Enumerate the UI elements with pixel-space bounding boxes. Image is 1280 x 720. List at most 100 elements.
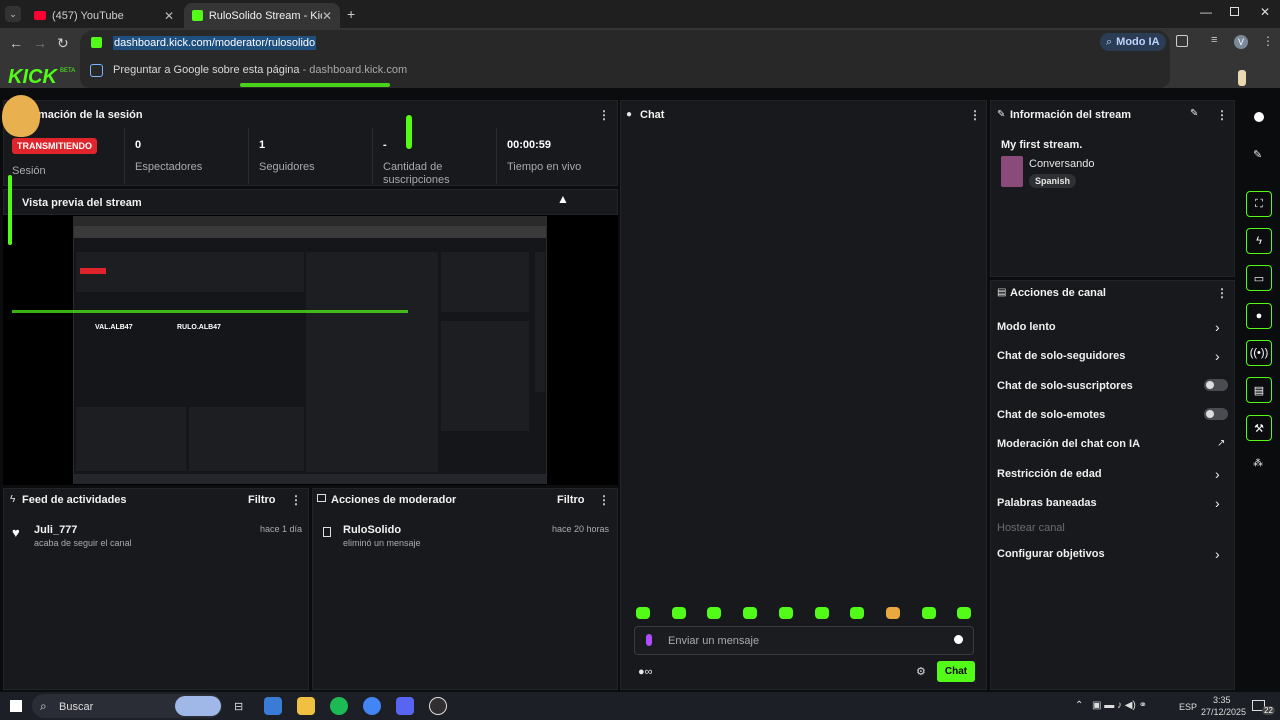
tab-list-chevron-icon[interactable]: ⌄: [5, 6, 21, 22]
reading-list-icon[interactable]: ≡: [1211, 34, 1217, 46]
channel-actions-menu-icon[interactable]: ⋮: [1216, 286, 1228, 300]
emoji-icon[interactable]: [954, 635, 963, 644]
tab-youtube[interactable]: (457) YouTube ✕: [26, 3, 182, 28]
emotes-only-toggle[interactable]: [1204, 408, 1228, 420]
layout-icon[interactable]: ▤: [1246, 377, 1272, 403]
emote-icon[interactable]: [850, 607, 864, 619]
browser-tab-bar: ⌄ (457) YouTube ✕ RuloSolido Stream - Ki…: [0, 0, 1280, 28]
obs-icon[interactable]: [429, 697, 447, 715]
activity-feed-title: Feed de actividades: [22, 494, 127, 506]
emote-icon[interactable]: [922, 607, 936, 619]
chevron-right-icon[interactable]: ›: [1215, 348, 1220, 364]
language-indicator[interactable]: ESP: [1179, 702, 1197, 712]
action-solo-emotes: Chat de solo-emotes: [997, 409, 1106, 421]
action-solo-seguidores[interactable]: Chat de solo-seguidores: [997, 350, 1125, 362]
user-avatar[interactable]: [1238, 70, 1246, 86]
category-name[interactable]: Conversando: [1029, 158, 1094, 170]
site-kick-icon: [91, 37, 102, 48]
mod-filter-button[interactable]: Filtro: [557, 494, 585, 506]
action-age-restriction[interactable]: Restricción de edad: [997, 468, 1102, 480]
restore-icon[interactable]: [1230, 7, 1239, 16]
task-view-icon[interactable]: ⊟: [234, 700, 243, 713]
broadcast-icon[interactable]: ((•)): [1246, 340, 1272, 366]
info-icon[interactable]: [1254, 112, 1264, 122]
action-banned-words[interactable]: Palabras baneadas: [997, 497, 1097, 509]
emote-icon[interactable]: [957, 607, 971, 619]
subscribers-only-toggle[interactable]: [1204, 379, 1228, 391]
action-configure-goals[interactable]: Configurar objetivos: [997, 548, 1105, 560]
new-tab-plus-icon[interactable]: +: [347, 6, 355, 22]
close-icon[interactable]: ✕: [322, 9, 332, 23]
chrome-icon[interactable]: [363, 697, 381, 715]
emote-bar: [636, 607, 976, 621]
external-link-icon[interactable]: ↗: [1217, 438, 1225, 449]
people-icon[interactable]: ⁂: [1253, 458, 1263, 469]
chat-bubble-icon: ●: [626, 109, 633, 120]
session-menu-icon[interactable]: ⋮: [598, 108, 610, 122]
action-host-channel: Hostear canal: [997, 522, 1065, 534]
file-explorer-icon[interactable]: [297, 697, 315, 715]
document-icon[interactable]: ▭: [1246, 265, 1272, 291]
bolt-icon[interactable]: ϟ: [1246, 228, 1272, 254]
back-arrow-icon[interactable]: ←: [9, 35, 23, 51]
emote-icon[interactable]: [886, 607, 900, 619]
followers-label: Seguidores: [259, 161, 315, 173]
profile-avatar[interactable]: V: [1234, 35, 1248, 49]
settings-gear-icon[interactable]: ⚙: [916, 665, 926, 678]
extensions-icon[interactable]: [1176, 35, 1188, 47]
modo-ia-label: Modo IA: [1116, 36, 1160, 48]
overlay-accent-bar: [406, 115, 412, 149]
chevron-right-icon[interactable]: ›: [1215, 546, 1220, 562]
tab-kick-dashboard[interactable]: RuloSolido Stream - Kick Dashb ✕: [184, 3, 340, 28]
url-text[interactable]: dashboard.kick.com/moderator/rulosolido: [113, 36, 317, 50]
emote-icon[interactable]: [743, 607, 757, 619]
scan-icon[interactable]: ⛶: [1246, 191, 1272, 217]
tray-chevron-icon[interactable]: ⌃: [1075, 700, 1083, 711]
edit-pencil-icon[interactable]: ✎: [1190, 108, 1198, 119]
store-icon[interactable]: [264, 697, 282, 715]
send-chat-button[interactable]: Chat: [937, 661, 975, 682]
emote-icon[interactable]: [815, 607, 829, 619]
chevron-right-icon[interactable]: ›: [1215, 466, 1220, 482]
emote-icon[interactable]: [707, 607, 721, 619]
kick-logo: KICK: [8, 66, 57, 88]
activity-menu-icon[interactable]: ⋮: [290, 493, 302, 507]
microphone-icon[interactable]: [646, 634, 652, 646]
chat-menu-icon[interactable]: ⋮: [969, 108, 981, 122]
overlay-accent-bar: [8, 175, 12, 245]
chevron-right-icon[interactable]: ›: [1215, 495, 1220, 511]
activity-filter-button[interactable]: Filtro: [248, 494, 276, 506]
omnibox-suggestion[interactable]: Preguntar a Google sobre esta página - d…: [113, 64, 407, 76]
mod-menu-icon[interactable]: ⋮: [598, 493, 610, 507]
chat-title: Chat: [640, 109, 665, 121]
action-modo-lento[interactable]: Modo lento: [997, 321, 1056, 333]
clock-time[interactable]: 3:35: [1213, 695, 1231, 705]
channel-actions-title: Acciones de canal: [1010, 287, 1106, 299]
chevron-right-icon[interactable]: ›: [1215, 319, 1220, 335]
clock-date[interactable]: 27/12/2025: [1201, 707, 1246, 717]
action-ai-moderation[interactable]: Moderación del chat con IA: [997, 438, 1140, 450]
modo-ia-button[interactable]: ⌕ Modo IA: [1100, 33, 1166, 51]
spotify-icon[interactable]: [330, 697, 348, 715]
overlay-bar: [12, 310, 408, 313]
wrench-icon[interactable]: ⚒: [1246, 415, 1272, 441]
browser-menu-icon[interactable]: ⋮: [1262, 34, 1274, 48]
minimize-icon[interactable]: —: [1200, 5, 1212, 19]
session-label: Sesión: [12, 165, 46, 177]
forward-arrow-icon[interactable]: →: [33, 35, 47, 51]
edit-icon[interactable]: ✎: [1253, 148, 1262, 161]
emote-icon[interactable]: [779, 607, 793, 619]
mod-user[interactable]: RuloSolido: [343, 524, 401, 536]
activity-user[interactable]: Juli_777: [34, 524, 77, 536]
emote-icon[interactable]: [672, 607, 686, 619]
chat-users-icon[interactable]: ●∞: [638, 666, 653, 678]
chat-placeholder: Enviar un mensaje: [668, 635, 760, 647]
emote-icon[interactable]: [636, 607, 650, 619]
close-icon[interactable]: ✕: [164, 9, 174, 23]
discord-icon[interactable]: [396, 697, 414, 715]
stream-info-menu-icon[interactable]: ⋮: [1216, 108, 1228, 122]
reload-icon[interactable]: ↻: [57, 35, 69, 52]
chat-icon[interactable]: ●: [1246, 303, 1272, 329]
windows-start-icon[interactable]: [10, 700, 22, 712]
close-window-icon[interactable]: ✕: [1260, 5, 1270, 19]
